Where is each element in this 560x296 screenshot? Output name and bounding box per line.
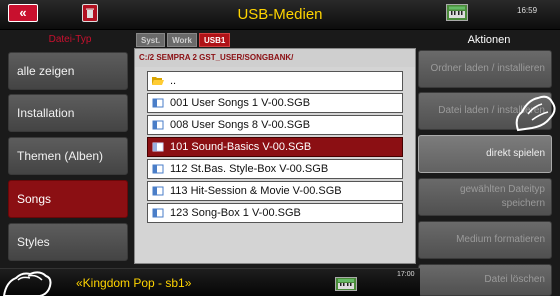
file-row[interactable]: 123 Song-Box 1 V-00.SGB: [147, 203, 403, 223]
keyboard-icon: [446, 4, 468, 21]
tab-usb1[interactable]: USB1: [198, 33, 231, 47]
delete-file-button[interactable]: Datei löschen: [418, 264, 552, 296]
load-folder-button[interactable]: Ordner laden / installieren: [418, 50, 552, 88]
file-row-selected[interactable]: 101 Sound-Basics V-00.SGB: [147, 137, 403, 157]
filetype-installation-button[interactable]: Installation: [8, 94, 128, 132]
file-name: 008 User Songs 8 V-00.SGB: [170, 119, 311, 131]
top-bar: « USB-Medien 16:59: [0, 0, 560, 30]
file-list: .. 001 User Songs 1 V-00.SGB 008 User So…: [147, 71, 403, 225]
format-medium-button[interactable]: Medium formatieren: [418, 221, 552, 259]
song-file-icon: [152, 186, 164, 196]
song-file-icon: [152, 142, 164, 152]
clock: 16:59: [517, 6, 538, 15]
file-row[interactable]: 008 User Songs 8 V-00.SGB: [147, 115, 403, 135]
filetype-all-button[interactable]: alle zeigen: [8, 52, 128, 90]
tab-system[interactable]: Syst.: [136, 33, 166, 47]
parent-directory-label: ..: [170, 75, 177, 87]
file-browser: C:/2 SEMPRA 2 GST_USER/SONGBANK/ .. 001 …: [134, 48, 416, 264]
folder-open-icon: [152, 76, 164, 86]
parent-directory-row[interactable]: ..: [147, 71, 403, 91]
file-name: 123 Song-Box 1 V-00.SGB: [170, 207, 301, 219]
file-name: 001 User Songs 1 V-00.SGB: [170, 97, 311, 109]
file-row[interactable]: 112 St.Bas. Style-Box V-00.SGB: [147, 159, 403, 179]
file-row[interactable]: 113 Hit-Session & Movie V-00.SGB: [147, 181, 403, 201]
bottom-clock: 17:00: [397, 271, 415, 278]
file-row[interactable]: 001 User Songs 1 V-00.SGB: [147, 93, 403, 113]
filetype-songs-button[interactable]: Songs: [8, 180, 128, 218]
drive-tabs: Syst. Work USB1: [136, 33, 231, 47]
actions-header: Aktionen: [467, 34, 511, 46]
file-type-header: Datei-Typ: [48, 34, 92, 45]
song-file-icon: [152, 120, 164, 130]
song-file-icon: [152, 164, 164, 174]
save-filetype-button[interactable]: gewählten Dateityp speichern: [418, 178, 552, 216]
status-bar: «Kingdom Pop - sb1» 17:00: [0, 268, 420, 296]
current-path: C:/2 SEMPRA 2 GST_USER/SONGBANK/: [135, 49, 415, 67]
filetype-themes-button[interactable]: Themen (Alben): [8, 137, 128, 175]
page-title: USB-Medien: [237, 6, 323, 23]
song-file-icon: [152, 208, 164, 218]
current-song-title: «Kingdom Pop - sb1»: [76, 276, 192, 290]
load-file-button[interactable]: Datei laden / installieren: [418, 92, 552, 130]
keyboard-icon: [335, 277, 357, 291]
song-file-icon: [152, 98, 164, 108]
file-name: 101 Sound-Basics V-00.SGB: [170, 141, 312, 153]
file-name: 112 St.Bas. Style-Box V-00.SGB: [170, 163, 329, 175]
tab-work[interactable]: Work: [167, 33, 197, 47]
play-direct-button[interactable]: direkt spielen: [418, 135, 552, 173]
filetype-styles-button[interactable]: Styles: [8, 223, 128, 261]
file-name: 113 Hit-Session & Movie V-00.SGB: [170, 185, 342, 197]
